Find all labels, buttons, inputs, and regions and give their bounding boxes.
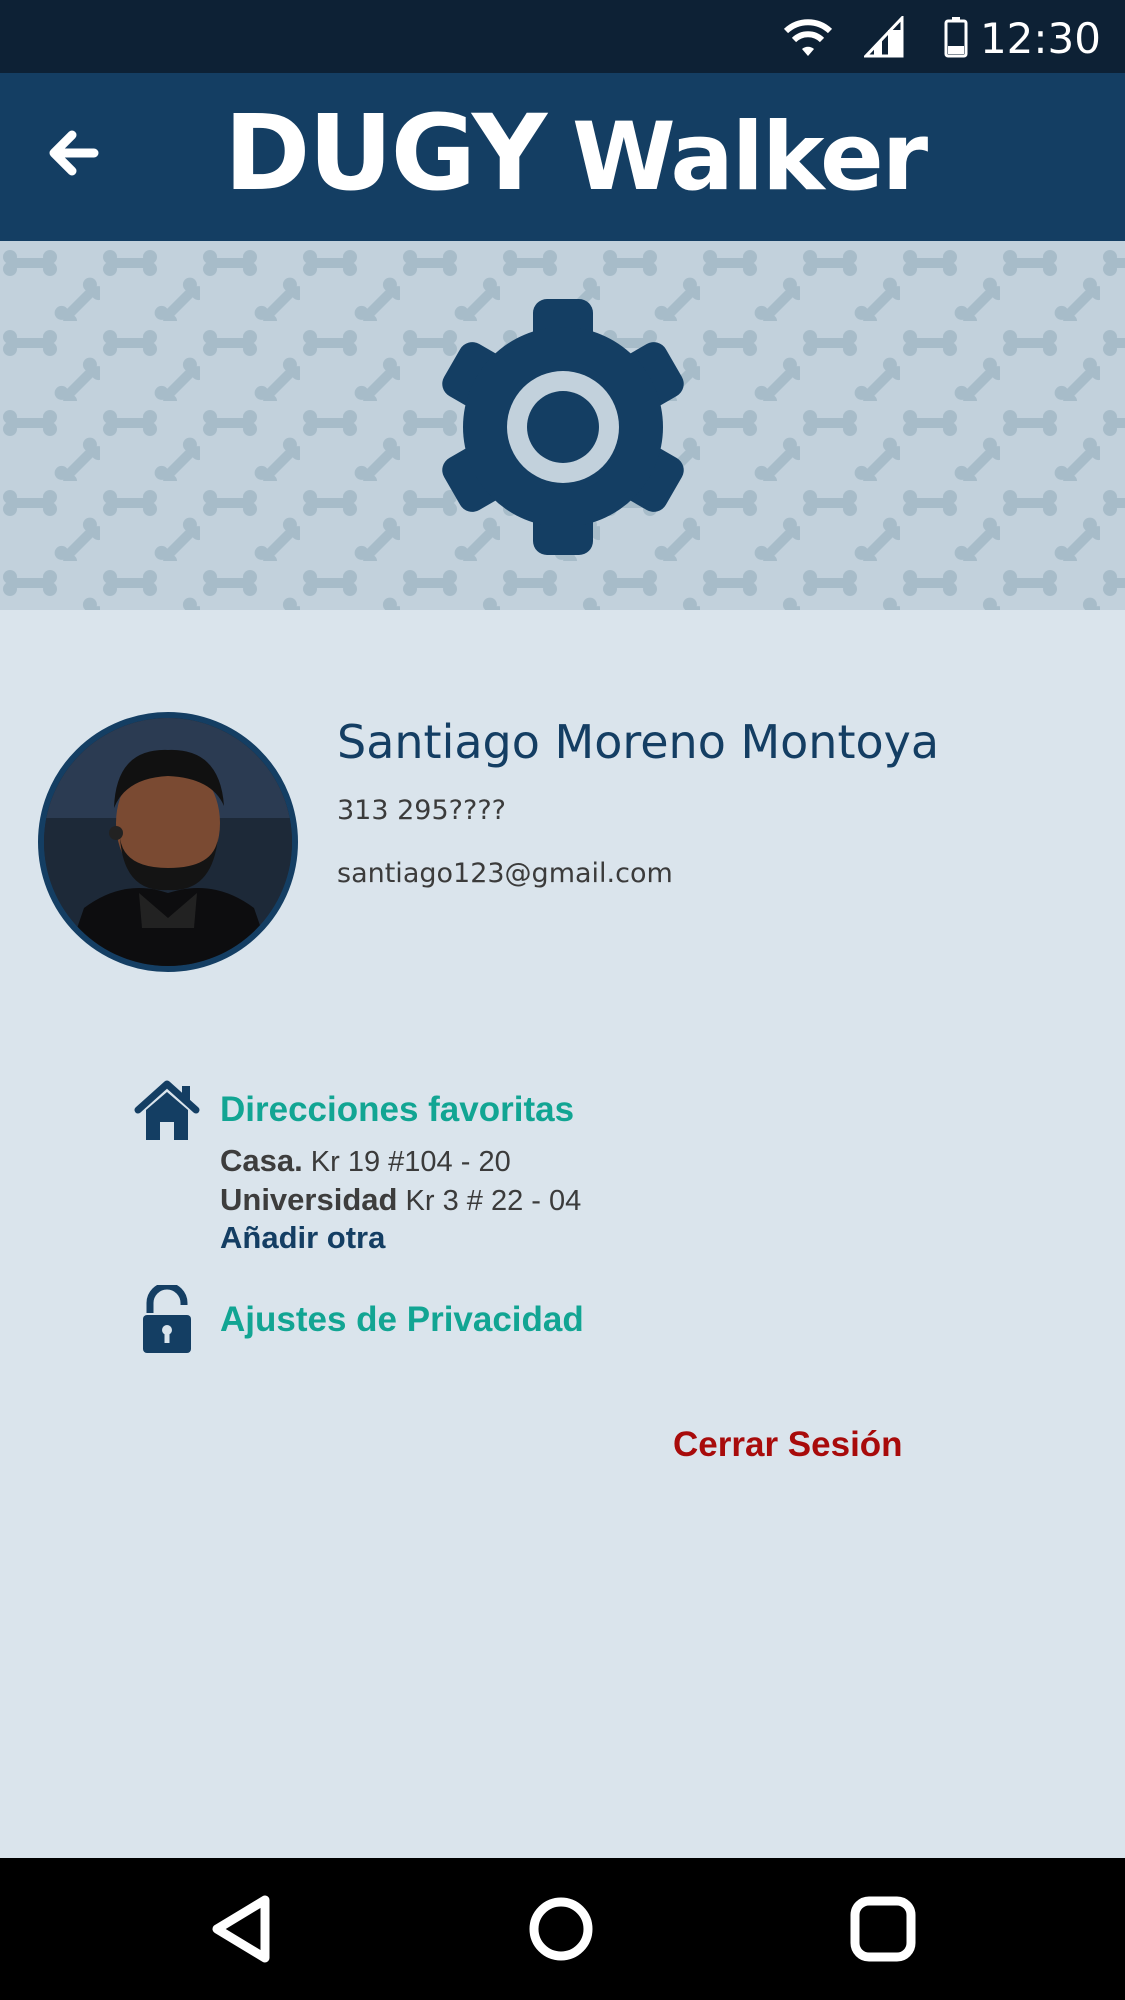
home-icon	[134, 1080, 200, 1140]
status-time: 12:30	[979, 14, 1101, 63]
add-address-link[interactable]: Añadir otra	[220, 1220, 385, 1256]
brand-dugy: DUGY	[224, 92, 547, 214]
address-name: Universidad	[220, 1182, 398, 1217]
user-name: Santiago Moreno Montoya	[337, 715, 940, 769]
address-item-university[interactable]: Universidad Kr 3 # 22 - 04	[220, 1182, 581, 1218]
home-circle-icon[interactable]	[524, 1892, 598, 1966]
user-email: santiago123@gmail.com	[337, 858, 673, 889]
back-button[interactable]	[44, 123, 104, 183]
status-bar: 12:30	[0, 0, 1125, 73]
gear-icon	[442, 299, 684, 555]
battery-icon	[944, 17, 968, 58]
user-photo	[44, 718, 292, 966]
lock-icon	[143, 1285, 191, 1353]
privacy-settings-title[interactable]: Ajustes de Privacidad	[220, 1300, 584, 1340]
address-value: Kr 3 # 22 - 04	[405, 1185, 582, 1217]
back-triangle-icon[interactable]	[205, 1892, 279, 1966]
avatar[interactable]	[38, 712, 298, 972]
address-name: Casa.	[220, 1143, 303, 1178]
app-bar: DUGY Walker	[0, 73, 1125, 241]
brand-walker: Walker	[572, 103, 928, 212]
user-phone: 313 295????	[337, 795, 506, 826]
system-nav-bar	[0, 1858, 1125, 2000]
settings-banner	[0, 241, 1125, 610]
cellular-signal-icon	[864, 16, 904, 58]
arrow-left-icon	[49, 130, 99, 176]
recents-square-icon[interactable]	[846, 1892, 920, 1966]
favorite-addresses-title[interactable]: Direcciones favoritas	[220, 1090, 574, 1130]
logout-button[interactable]: Cerrar Sesión	[673, 1425, 903, 1465]
address-item-home[interactable]: Casa. Kr 19 #104 - 20	[220, 1143, 511, 1179]
address-value: Kr 19 #104 - 20	[310, 1146, 511, 1178]
brand-logo: DUGY Walker	[224, 92, 928, 219]
wifi-icon	[783, 19, 833, 56]
